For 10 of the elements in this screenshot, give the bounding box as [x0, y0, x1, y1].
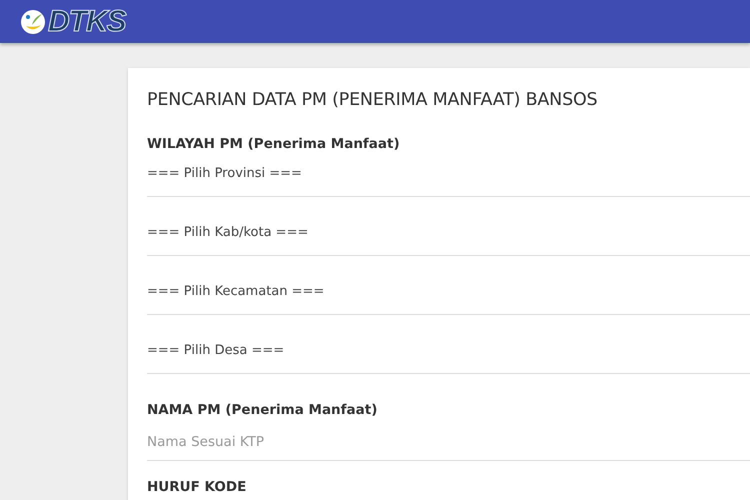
dropdown-field[interactable]: === Pilih Desa === [147, 343, 750, 374]
form-title: PENCARIAN DATA PM (PENERIMA MANFAAT) BANSOS [147, 90, 598, 110]
dropdown-field[interactable]: === Pilih Kecamatan === [147, 284, 750, 315]
dropdown-field[interactable]: === Pilih Kab/kota === [147, 225, 750, 256]
logo-text: DTKS [48, 4, 126, 38]
dropdown-field[interactable]: === Pilih Provinsi === [147, 166, 750, 197]
section-label: NAMA PM (Penerima Manfaat) [147, 402, 378, 418]
name-input-field[interactable]: Nama Sesuai KTP [147, 434, 750, 461]
section-label: WILAYAH PM (Penerima Manfaat) [147, 136, 401, 152]
section-label: HURUF KODE [147, 479, 248, 495]
